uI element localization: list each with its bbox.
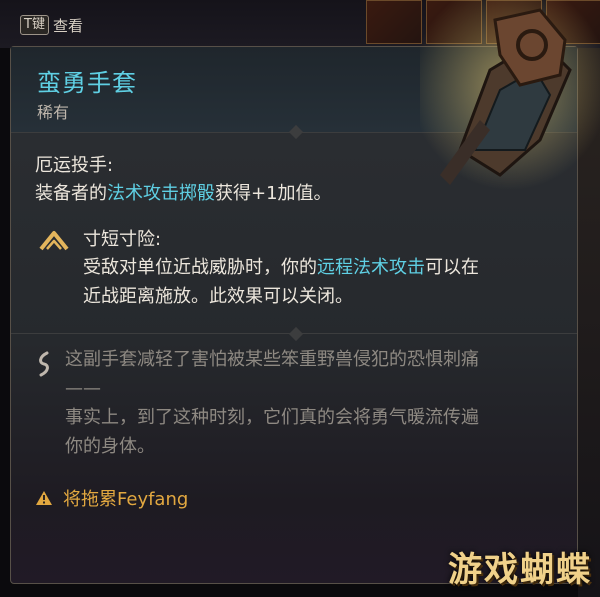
quill-icon [39, 351, 49, 377]
key-hint: T键 [20, 15, 49, 35]
section-divider [11, 333, 577, 334]
watermark: 游戏蝴蝶 [448, 542, 592, 591]
chevron-up-warning-icon [39, 231, 69, 251]
inspect-button[interactable]: T键 查看 [14, 14, 89, 36]
item-name: 蛮勇手套 [37, 69, 137, 97]
property-highlight: 法术攻击掷骰 [107, 183, 215, 204]
inventory-slot[interactable] [366, 0, 422, 44]
inspect-label: 查看 [52, 16, 83, 35]
weight-warning-text: 将拖累Feyfang [63, 489, 189, 510]
weight-warning: 将拖累Feyfang [35, 485, 188, 511]
lore-text: 这副手套减轻了害怕被某些笨重野兽侵犯的恐惧刺痛 —— 事实上，到了这种时刻，它们… [65, 349, 479, 457]
passive-title: 寸短寸险: [83, 229, 162, 250]
passive-highlight: 远程法术攻击 [317, 257, 425, 278]
passive-text: 受敌对单位近战威胁时，你的远程法术攻击可以在 近战距离施放。此效果可以关闭。 [83, 257, 479, 307]
property-text: 装备者的法术攻击掷骰获得+1加值。 [35, 183, 332, 204]
gloves-item-image [420, 0, 600, 190]
warning-triangle-icon [36, 491, 52, 505]
watermark-text: 游戏蝴蝶 [448, 550, 592, 590]
property-title: 厄运投手: [35, 155, 114, 176]
item-rarity: 稀有 [37, 103, 70, 122]
